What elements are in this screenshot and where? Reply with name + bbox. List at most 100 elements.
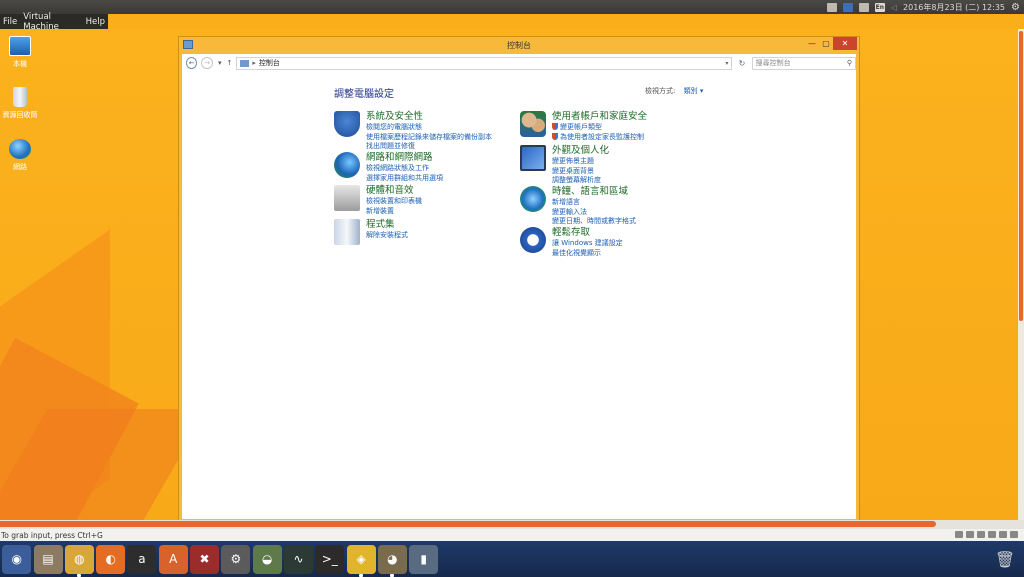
maximize-button[interactable]: ▢ (819, 37, 833, 50)
search-icon[interactable]: ⚲ (847, 59, 852, 67)
category-link[interactable]: 檢視網路狀態及工作 (366, 164, 443, 174)
vm-vertical-scrollbar[interactable] (1018, 29, 1024, 520)
menu-help[interactable]: Help (83, 17, 108, 27)
uac-shield-icon (552, 132, 558, 140)
view-by-dropdown[interactable]: 類別 ▾ (684, 87, 704, 95)
appearance-icon[interactable] (520, 145, 546, 171)
minimize-button[interactable]: — (805, 37, 819, 50)
recycle-bin-icon (13, 87, 27, 107)
category-title[interactable]: 程式集 (366, 219, 408, 231)
category-link[interactable]: 最佳化視覺顯示 (552, 249, 623, 259)
desktop-icon-network[interactable]: 網路 (0, 139, 40, 172)
category-link[interactable]: 使用檔案歷程記錄來儲存檔案的備份副本 (366, 133, 492, 143)
category-title[interactable]: 系統及安全性 (366, 111, 492, 123)
mail-icon[interactable] (826, 2, 837, 12)
search-input[interactable]: 搜尋控制台 ⚲ (751, 56, 857, 70)
volume-icon[interactable]: ◁ (891, 3, 897, 12)
hardware-sound-icon[interactable] (334, 185, 360, 211)
control-panel-app-icon[interactable] (183, 40, 193, 49)
computer-icon (9, 36, 31, 56)
scrollbar-thumb[interactable] (0, 521, 936, 527)
chrome-icon[interactable]: ◍ (64, 544, 94, 577)
category-link[interactable]: 新增語言 (552, 198, 636, 208)
view-by: 檢視方式: 類別 ▾ (645, 86, 703, 96)
category-link[interactable]: 新增裝置 (366, 207, 422, 217)
category-link[interactable]: 解除安裝程式 (366, 231, 408, 241)
menu-file[interactable]: File (0, 17, 20, 27)
firefox-icon[interactable]: ◐ (96, 544, 126, 574)
terminal-icon[interactable]: >_ (315, 544, 345, 574)
category-link[interactable]: 變更日期、時間或數字格式 (552, 217, 636, 227)
clock[interactable]: 2016年8月23日 (二) 12:35 (903, 2, 1005, 13)
system-security-icon[interactable] (334, 111, 360, 137)
category-link[interactable]: 為使用者設定家長監護控制 (552, 132, 647, 143)
system-tray: En ◁ 2016年8月23日 (二) 12:35 ⚙ (826, 0, 1020, 14)
vm-menubar-filler (108, 14, 1024, 29)
breadcrumb-item[interactable]: 控制台 (259, 58, 280, 68)
app-a-icon[interactable]: a (127, 544, 157, 574)
category-user-accounts: 使用者帳戶和家庭安全 變更帳戶類型 為使用者設定家長監護控制 (520, 111, 647, 142)
network-adapter-icon[interactable] (988, 531, 996, 538)
mouse-capture-icon[interactable] (1010, 531, 1018, 538)
usb-icon[interactable]: ▮ (409, 544, 439, 574)
category-link[interactable]: 變更輸入法 (552, 208, 636, 218)
address-dropdown-icon[interactable]: ▾ (725, 60, 728, 67)
clock-region-icon[interactable] (520, 186, 546, 212)
close-button[interactable]: ✕ (833, 37, 857, 50)
network-internet-icon[interactable] (334, 152, 360, 178)
category-link[interactable]: 檢閱您的電腦狀態 (366, 123, 492, 133)
system-settings-icon[interactable]: ⚙ (221, 544, 251, 574)
disk-icon[interactable]: ◒ (252, 544, 282, 574)
software-center-icon[interactable]: A (158, 544, 188, 574)
category-title[interactable]: 輕鬆存取 (552, 227, 623, 239)
session-gear-icon[interactable]: ⚙ (1011, 2, 1020, 13)
gimp-icon[interactable]: ◕ (377, 544, 407, 577)
usb-device-icon[interactable] (977, 531, 985, 538)
category-link[interactable]: 調整螢幕解析度 (552, 176, 609, 186)
window-titlebar[interactable]: 控制台 (179, 37, 859, 53)
category-link[interactable]: 選擇家用群組和共用選項 (366, 174, 443, 184)
category-link[interactable]: 變更桌面背景 (552, 167, 609, 177)
category-title[interactable]: 時鐘、語言和區域 (552, 186, 636, 198)
trash-icon[interactable]: 🗑 (992, 545, 1018, 574)
system-monitor-icon[interactable]: ∿ (283, 544, 313, 574)
category-network-internet: 網路和網際網路 檢視網路狀態及工作 選擇家用群組和共用選項 (334, 152, 443, 183)
forward-button[interactable]: → (201, 57, 213, 69)
settings-tool-icon[interactable]: ✖ (190, 544, 220, 574)
breadcrumb[interactable]: ▸ 控制台 ▾ (236, 56, 733, 70)
control-panel-content: 調整電腦設定 檢視方式: 類別 ▾ 系統及安全性 檢閱您的電腦狀態 使用檔案歷程… (182, 72, 856, 519)
up-button[interactable]: ↑ (226, 59, 232, 67)
scrollbar-thumb[interactable] (1019, 31, 1023, 321)
vm-horizontal-scrollbar[interactable] (0, 520, 1024, 529)
category-title[interactable]: 網路和網際網路 (366, 152, 443, 164)
user-accounts-icon[interactable] (520, 111, 546, 137)
category-link[interactable]: 變更佈景主題 (552, 157, 609, 167)
ease-access-icon[interactable] (520, 227, 546, 253)
display-icon[interactable] (999, 531, 1007, 538)
category-link[interactable]: 讓 Windows 建議設定 (552, 239, 623, 249)
files-icon[interactable]: ▤ (33, 544, 63, 574)
desktop-icon-this-pc[interactable]: 本機 (0, 36, 40, 69)
category-title[interactable]: 使用者帳戶和家庭安全 (552, 111, 647, 123)
desktop-icon-recycle-bin[interactable]: 資源回收筒 (0, 87, 40, 120)
cd-icon[interactable] (966, 531, 974, 538)
network-status-icon[interactable] (842, 2, 853, 12)
category-title[interactable]: 外觀及個人化 (552, 145, 609, 157)
category-link[interactable]: 變更帳戶類型 (552, 123, 647, 133)
refresh-icon[interactable]: ↻ (735, 59, 748, 68)
category-appearance: 外觀及個人化 變更佈景主題 變更桌面背景 調整螢幕解析度 (520, 145, 609, 186)
recent-locations-chevron-icon[interactable]: ▾ (218, 59, 222, 67)
keyboard-layout-indicator[interactable]: En (874, 2, 885, 12)
category-system-security: 系統及安全性 檢閱您的電腦狀態 使用檔案歷程記錄來儲存檔案的備份副本 找出問題並… (334, 111, 492, 152)
programs-icon[interactable] (334, 219, 360, 245)
dash-icon[interactable]: ◉ (2, 544, 32, 574)
category-link[interactable]: 找出問題並修復 (366, 142, 492, 152)
control-panel-window: 控制台 — ▢ ✕ ← → ▾ ↑ ▸ 控制台 ▾ ↻ 搜尋控制台 ⚲ 調整電腦… (178, 36, 860, 521)
hdd-icon[interactable] (955, 531, 963, 538)
back-button[interactable]: ← (186, 57, 198, 69)
bluetooth-icon[interactable] (858, 2, 869, 12)
vm-icon[interactable]: ◈ (346, 544, 376, 577)
category-title[interactable]: 硬體和音效 (366, 185, 422, 197)
control-panel-small-icon (240, 59, 250, 67)
category-link[interactable]: 檢視裝置和印表機 (366, 197, 422, 207)
